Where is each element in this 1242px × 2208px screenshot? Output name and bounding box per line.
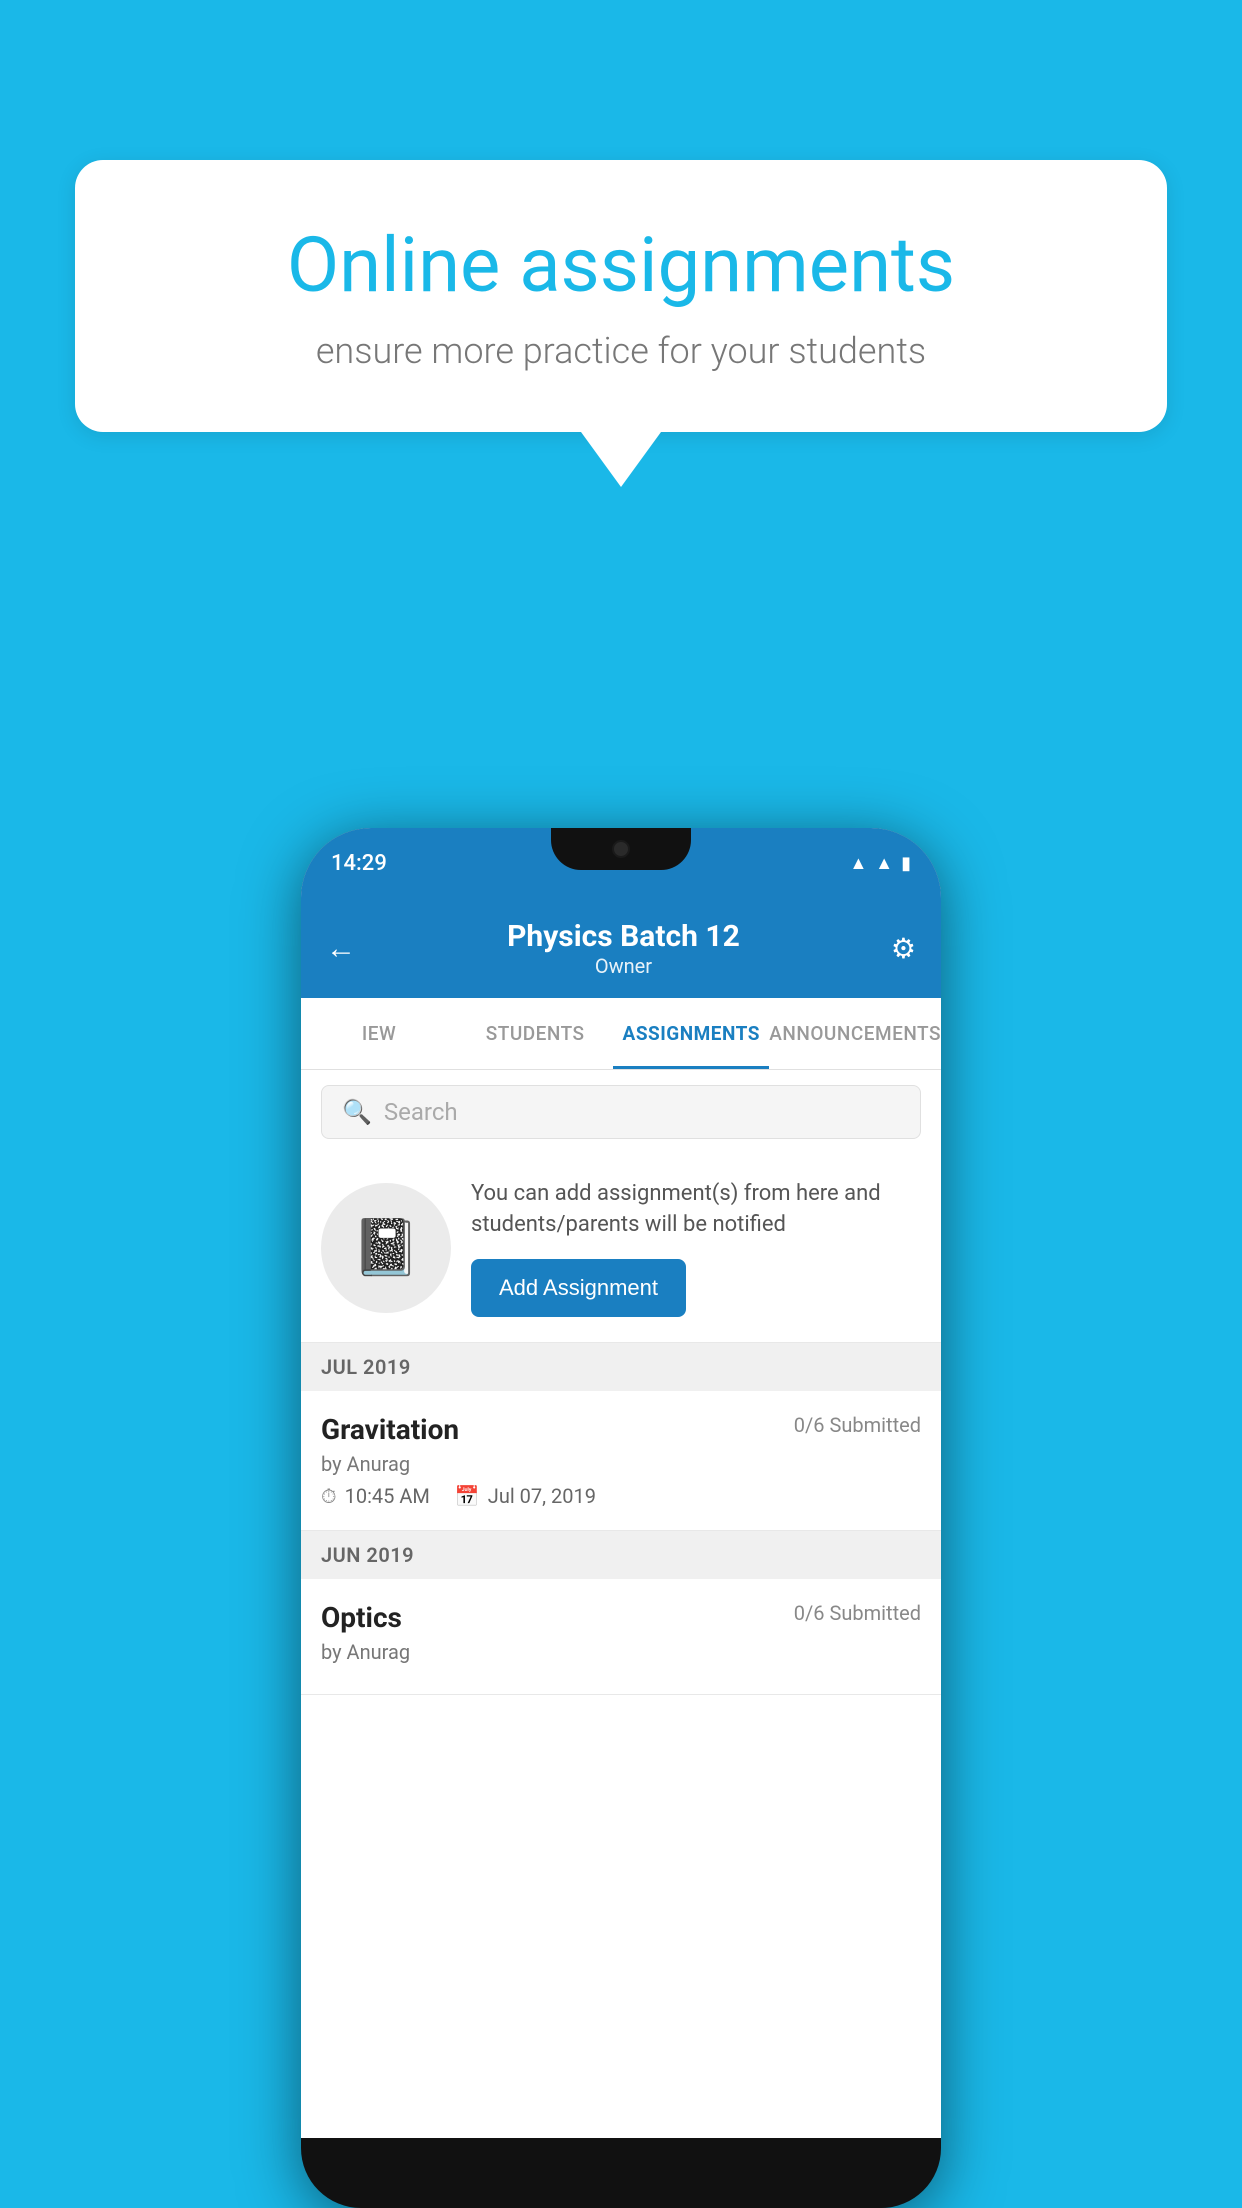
- header-title-area: Physics Batch 12 Owner: [507, 919, 740, 978]
- tab-announcements[interactable]: ANNOUNCEMENTS: [769, 998, 941, 1069]
- assignment-prompt-description: You can add assignment(s) from here and …: [471, 1179, 921, 1241]
- assignment-optics-submitted: 0/6 Submitted: [794, 1601, 921, 1625]
- phone-notch: [551, 828, 691, 870]
- section-header-jun: JUN 2019: [301, 1531, 941, 1579]
- assignment-icon-circle: 📓: [321, 1183, 451, 1313]
- add-assignment-prompt: 📓 You can add assignment(s) from here an…: [301, 1154, 941, 1343]
- app-header: ← Physics Batch 12 Owner ⚙: [301, 898, 941, 998]
- assignment-submitted: 0/6 Submitted: [794, 1413, 921, 1437]
- back-button[interactable]: ←: [326, 931, 356, 966]
- front-camera: [612, 840, 630, 858]
- meta-time: ⏱ 10:45 AM: [321, 1484, 430, 1508]
- speech-bubble-container: Online assignments ensure more practice …: [75, 160, 1167, 487]
- phone-frame: 14:29 ▲ ▲ ▮ ← Physics Batch 12 Owner ⚙ I…: [301, 828, 941, 2208]
- wifi-icon: ▲: [849, 853, 867, 874]
- clock-icon: ⏱: [321, 1484, 337, 1508]
- assignment-time: 10:45 AM: [345, 1484, 430, 1508]
- tab-assignments[interactable]: ASSIGNMENTS: [613, 998, 769, 1069]
- assignment-meta: ⏱ 10:45 AM 📅 Jul 07, 2019: [321, 1484, 921, 1508]
- speech-bubble: Online assignments ensure more practice …: [75, 160, 1167, 432]
- section-header-jul: JUL 2019: [301, 1343, 941, 1391]
- assignment-optics-by: by Anurag: [321, 1640, 921, 1664]
- assignment-date: Jul 07, 2019: [488, 1484, 596, 1508]
- status-time: 14:29: [331, 851, 387, 876]
- assignment-item-optics[interactable]: Optics 0/6 Submitted by Anurag: [301, 1579, 941, 1695]
- phone-inner: 14:29 ▲ ▲ ▮ ← Physics Batch 12 Owner ⚙ I…: [301, 828, 941, 2138]
- bubble-subtitle: ensure more practice for your students: [145, 330, 1097, 372]
- battery-icon: ▮: [901, 853, 911, 874]
- assignment-by: by Anurag: [321, 1452, 921, 1476]
- assignment-item-gravitation[interactable]: Gravitation 0/6 Submitted by Anurag ⏱ 10…: [301, 1391, 941, 1531]
- calendar-icon: 📅: [455, 1484, 480, 1508]
- speech-bubble-tail: [581, 432, 661, 487]
- header-title: Physics Batch 12: [507, 919, 740, 954]
- status-bar: 14:29 ▲ ▲ ▮: [301, 828, 941, 898]
- notebook-icon: 📓: [352, 1216, 420, 1280]
- search-bar[interactable]: 🔍 Search: [321, 1085, 921, 1139]
- assignment-prompt-text: You can add assignment(s) from here and …: [471, 1179, 921, 1317]
- settings-button[interactable]: ⚙: [891, 932, 916, 965]
- tab-iew[interactable]: IEW: [301, 998, 457, 1069]
- assignment-item-top: Gravitation 0/6 Submitted: [321, 1413, 921, 1446]
- search-bar-container: 🔍 Search: [301, 1070, 941, 1154]
- signal-icon: ▲: [875, 853, 893, 874]
- tab-students[interactable]: STUDENTS: [457, 998, 613, 1069]
- tabs-bar: IEW STUDENTS ASSIGNMENTS ANNOUNCEMENTS: [301, 998, 941, 1070]
- meta-date: 📅 Jul 07, 2019: [455, 1484, 596, 1508]
- search-input[interactable]: Search: [384, 1098, 458, 1126]
- assignment-item-optics-top: Optics 0/6 Submitted: [321, 1601, 921, 1634]
- header-subtitle: Owner: [507, 954, 740, 978]
- assignment-name: Gravitation: [321, 1413, 459, 1446]
- add-assignment-button[interactable]: Add Assignment: [471, 1259, 686, 1317]
- search-icon: 🔍: [342, 1098, 372, 1126]
- bubble-title: Online assignments: [145, 220, 1097, 310]
- status-icons: ▲ ▲ ▮: [849, 853, 911, 874]
- assignment-optics-name: Optics: [321, 1601, 402, 1634]
